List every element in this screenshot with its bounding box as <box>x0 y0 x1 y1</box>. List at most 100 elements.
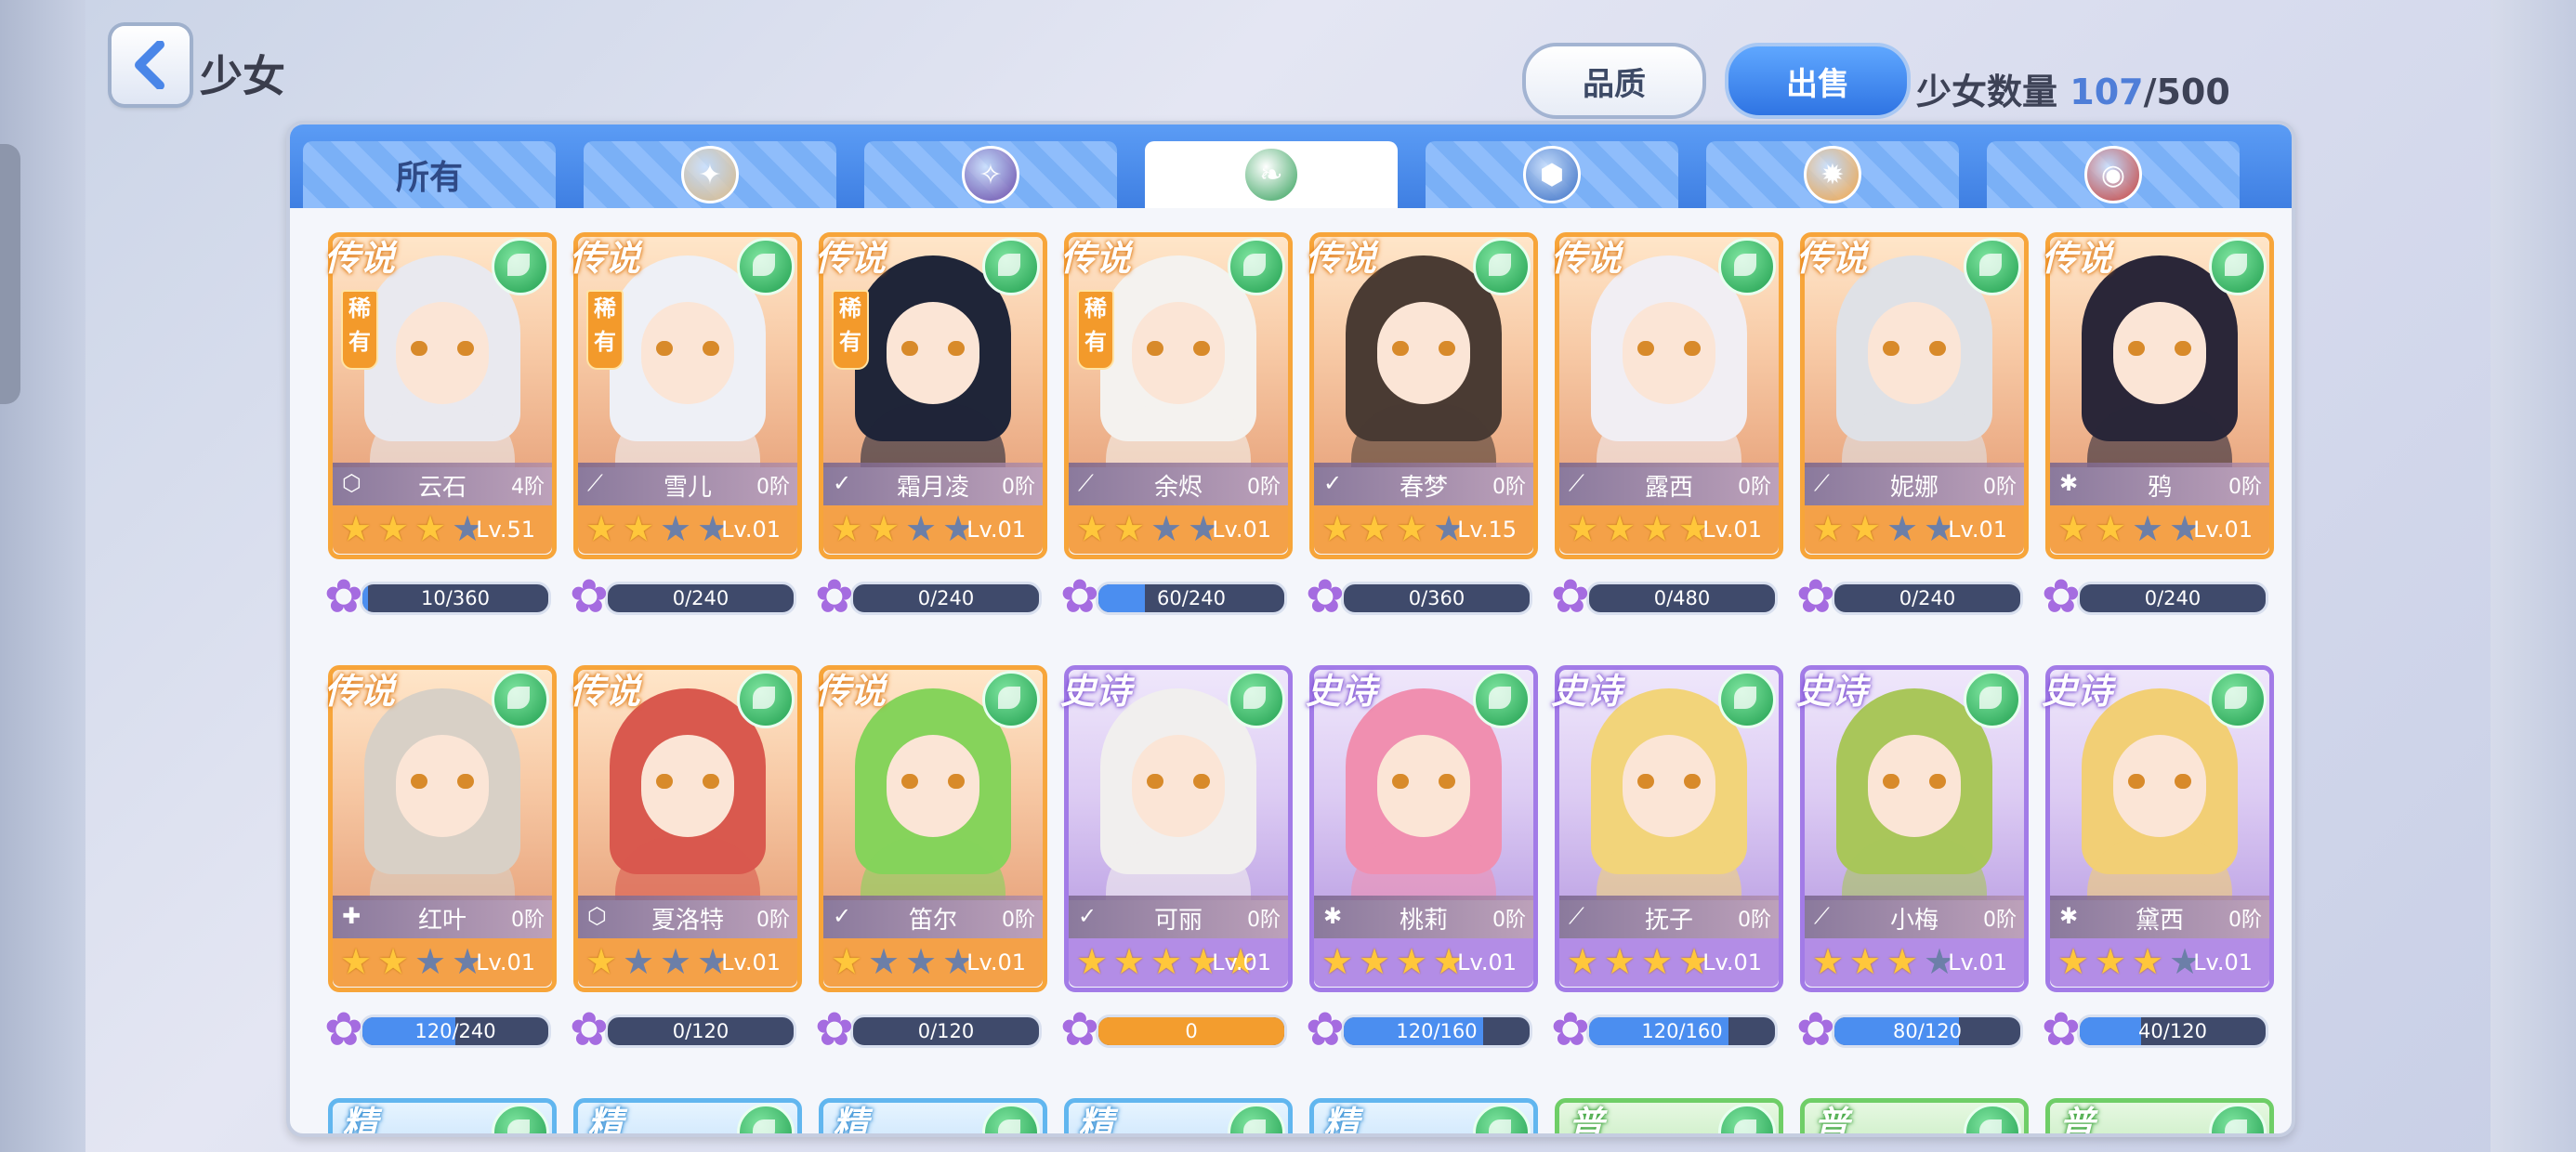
level-label: Lv.01 <box>1948 949 2007 975</box>
xp-text: 40/120 <box>2138 1020 2207 1042</box>
character-card[interactable]: 传说 ✓ 笛尔 0阶 ★ ★ ★ ★ Lv.01 <box>815 665 1047 992</box>
character-card[interactable]: 传说 ⟋ 露西 0阶 ★ ★ ★ ★ Lv.01 <box>1551 232 1783 559</box>
back-arrow-icon <box>135 41 164 89</box>
character-card[interactable]: 史诗 ✓ 可丽 0阶 ★ ★ ★ ★ ★ Lv.01 <box>1060 665 1293 992</box>
character-card[interactable]: 传说 稀有 ⟋ 余烬 0阶 ★ ★ ★ ★ Lv.01 <box>1060 232 1293 559</box>
character-card-partial[interactable]: 精 <box>819 1098 1047 1133</box>
character-card[interactable]: 传说 ⬡ 夏洛特 0阶 ★ ★ ★ ★ Lv.01 <box>570 665 802 992</box>
character-card-partial[interactable]: 普 <box>1555 1098 1783 1133</box>
star-icon: ★ <box>905 941 938 982</box>
stage-label: 0阶 <box>1738 909 1771 932</box>
rarity-badge: 传说 <box>570 671 641 712</box>
rarity-badge: 史诗 <box>1796 671 1868 712</box>
level-label: Lv.51 <box>476 517 535 543</box>
sun-emblem-icon: ✹ <box>1804 146 1861 203</box>
star-icon: ★ <box>868 941 900 982</box>
character-card-partial[interactable]: 普 <box>2045 1098 2274 1133</box>
portrait-eyes <box>411 341 474 356</box>
xp-text: 0/240 <box>917 587 975 609</box>
star-icon: ★ <box>905 508 938 549</box>
character-card[interactable]: 史诗 ⟋ 抚子 0阶 ★ ★ ★ ★ Lv.01 <box>1551 665 1783 992</box>
wind-emblem-icon: ❧ <box>1242 146 1300 203</box>
star-icon: ★ <box>831 941 863 982</box>
character-card[interactable]: 传说 稀有 ✓ 霜月凌 0阶 ★ ★ ★ ★ Lv.01 <box>815 232 1047 559</box>
wind-element-icon <box>737 671 795 728</box>
star-icon: ★ <box>2132 508 2164 549</box>
stage-label: 0阶 <box>1002 909 1035 932</box>
tab-dark-emblem[interactable]: ✧ <box>864 141 1117 208</box>
character-card-partial[interactable]: 精 <box>328 1098 557 1133</box>
tab-light-emblem[interactable]: ✦ <box>584 141 836 208</box>
rarity-badge: 传说 <box>324 238 396 279</box>
rarity-badge: 史诗 <box>1060 671 1132 712</box>
character-card[interactable]: 传说 稀有 ⟋ 雪儿 0阶 ★ ★ ★ ★ Lv.01 <box>570 232 802 559</box>
wind-element-icon <box>1718 238 1776 295</box>
character-card[interactable]: 传说 ✓ 春梦 0阶 ★ ★ ★ ★ Lv.15 <box>1306 232 1538 559</box>
xp-bar: 0/240 ✿ <box>2042 570 2270 622</box>
star-icon: ★ <box>2057 508 2090 549</box>
tab-fire-emblem[interactable]: ◉ <box>1987 141 2240 208</box>
wind-element-icon <box>2209 238 2267 295</box>
rarity-badge: 精 <box>1322 1104 1359 1137</box>
tab-sun-emblem[interactable]: ✹ <box>1706 141 1959 208</box>
flower-xp-icon: ✿ <box>570 569 609 623</box>
star-icon: ★ <box>868 508 900 549</box>
xp-text: 120/240 <box>414 1020 496 1042</box>
character-card-partial[interactable]: 精 <box>1309 1098 1538 1133</box>
character-card[interactable]: 传说 ⟋ 妮娜 0阶 ★ ★ ★ ★ Lv.01 <box>1796 232 2029 559</box>
tab-wind-emblem[interactable]: ❧ <box>1145 141 1398 208</box>
tab-all[interactable]: 所有 <box>303 141 556 208</box>
sell-button[interactable]: 出售 <box>1725 43 1911 119</box>
xp-text: 0/360 <box>1408 587 1465 609</box>
rarity-badge: 普 <box>1568 1104 1604 1137</box>
rarity-badge: 传说 <box>1306 238 1377 279</box>
character-card-partial[interactable]: 普 <box>1800 1098 2029 1133</box>
character-card-partial[interactable]: 精 <box>1064 1098 1293 1133</box>
portrait-eyes <box>1883 774 1946 789</box>
name-bar: ⟋ 抚子 0阶 <box>1559 896 1779 938</box>
portrait-eyes <box>2128 341 2191 356</box>
fire-emblem-icon: ◉ <box>2084 146 2142 203</box>
portrait-eyes <box>1147 774 1210 789</box>
xp-text: 0/120 <box>917 1020 975 1042</box>
portrait-eyes <box>1637 341 1701 356</box>
xp-track: 0/480 <box>1586 582 1778 615</box>
star-icon: ★ <box>1812 508 1845 549</box>
character-card-partial[interactable]: 精 <box>573 1098 802 1133</box>
xp-text: 0/120 <box>672 1020 729 1042</box>
star-icon: ★ <box>1396 508 1428 549</box>
flower-xp-icon: ✿ <box>1306 569 1345 623</box>
character-card[interactable]: 史诗 ⟋ 小梅 0阶 ★ ★ ★ ★ Lv.01 <box>1796 665 2029 992</box>
character-card[interactable]: 史诗 ✱ 黛西 0阶 ★ ★ ★ ★ Lv.01 <box>2042 665 2274 992</box>
wind-element-icon <box>1964 671 2021 728</box>
character-card[interactable]: 传说 稀有 ⬡ 云石 4阶 ★ ★ ★ ★ Lv.51 <box>324 232 557 559</box>
xp-text: 120/160 <box>1396 1020 1478 1042</box>
back-button[interactable] <box>112 26 190 104</box>
star-icon: ★ <box>1886 508 1919 549</box>
stage-label: 0阶 <box>1002 476 1035 499</box>
star-icon: ★ <box>1076 941 1109 982</box>
xp-track: 0/240 <box>2077 582 2268 615</box>
flower-xp-icon: ✿ <box>1551 569 1590 623</box>
portrait-eyes <box>1392 774 1455 789</box>
xp-bar: 0 ✿ <box>1060 1003 1289 1055</box>
rarity-badge: 传说 <box>324 671 396 712</box>
tab-earth-emblem[interactable]: ⬢ <box>1426 141 1678 208</box>
star-icon: ★ <box>1150 941 1183 982</box>
xp-bar: 40/120 ✿ <box>2042 1003 2270 1055</box>
character-card[interactable]: 传说 ✱ 鸦 0阶 ★ ★ ★ ★ Lv.01 <box>2042 232 2274 559</box>
character-card[interactable]: 传说 ✚ 红叶 0阶 ★ ★ ★ ★ Lv.01 <box>324 665 557 992</box>
xp-track: 0/360 <box>1341 582 1532 615</box>
level-label: Lv.01 <box>721 517 781 543</box>
flower-xp-icon: ✿ <box>2042 569 2081 623</box>
character-card[interactable]: 史诗 ✱ 桃莉 0阶 ★ ★ ★ ★ Lv.01 <box>1306 665 1538 992</box>
star-icon: ★ <box>377 508 410 549</box>
star-icon: ★ <box>1396 941 1428 982</box>
side-handle[interactable] <box>0 144 20 404</box>
stage-label: 0阶 <box>1492 909 1526 932</box>
stage-label: 4阶 <box>511 476 545 499</box>
star-bar: ★ ★ ★ ★ Lv.01 <box>578 505 797 554</box>
star-bar: ★ ★ ★ ★ Lv.51 <box>333 505 552 554</box>
level-label: Lv.01 <box>1212 949 1271 975</box>
quality-filter-button[interactable]: 品质 <box>1522 43 1706 119</box>
